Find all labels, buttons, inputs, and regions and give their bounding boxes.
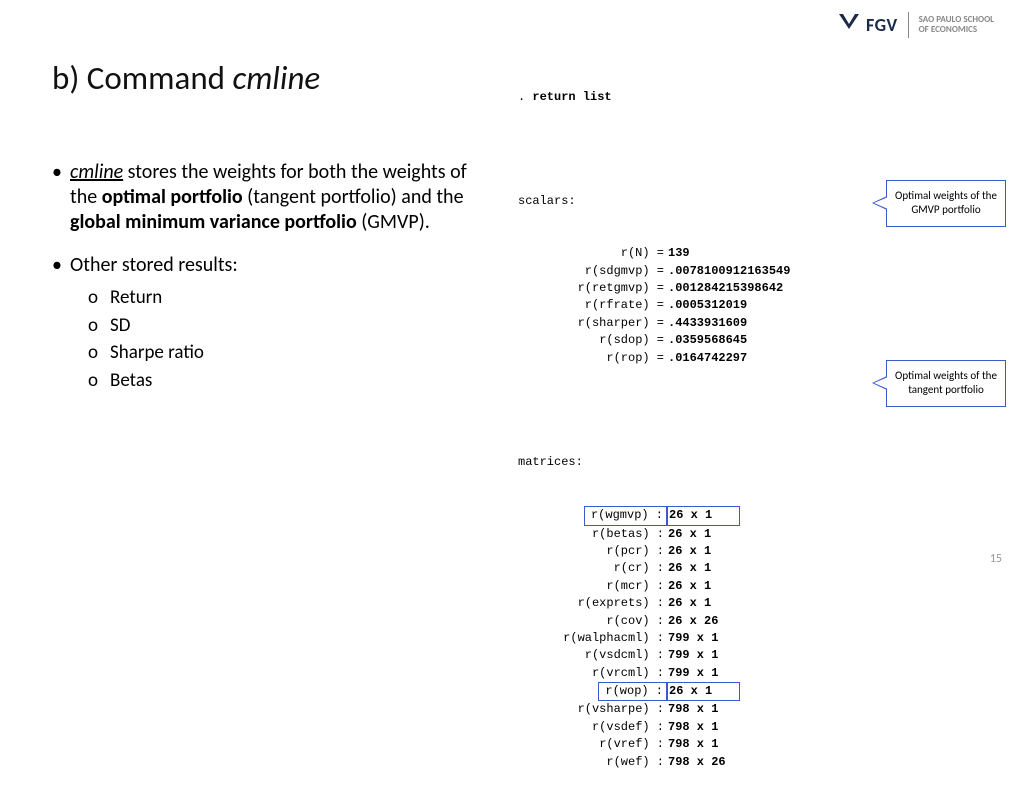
logo-school: SAO PAULO SCHOOL OF ECONOMICS: [919, 15, 994, 35]
matrix-row: r(vrcml) : 799 x 1: [518, 665, 790, 682]
matrix-row: r(vref) : 798 x 1: [518, 736, 790, 753]
sub-bullet-text: Sharpe ratio: [110, 339, 204, 367]
sub-bullet-marker: o: [88, 339, 110, 367]
bullet-marker: •: [52, 160, 70, 235]
bullet-text: Other stored results: oReturnoSDoSharpe …: [70, 253, 477, 394]
sub-bullet-item: oSharpe ratio: [88, 339, 477, 367]
scalar-row: r(retgmvp) = .001284215398642: [518, 280, 790, 297]
matrix-row: r(wef) : 798 x 26: [518, 754, 790, 771]
sub-bullet-text: Return: [110, 284, 162, 312]
matrix-row: r(pcr) : 26 x 1: [518, 543, 790, 560]
matrix-row: r(walphacml) : 799 x 1: [518, 630, 790, 647]
matrix-row: r(wop) : 26 x 1: [518, 682, 790, 701]
scalar-row: r(rop) = .0164742297: [518, 350, 790, 367]
matrix-row: r(betas) : 26 x 1: [518, 526, 790, 543]
matrix-row: r(exprets) : 26 x 1: [518, 595, 790, 612]
scalar-row: r(sharper) = .4433931609: [518, 315, 790, 332]
sub-bullet-marker: o: [88, 284, 110, 312]
logo-brand: FGV: [866, 14, 898, 36]
bullet-marker: •: [52, 253, 70, 394]
callout-gmvp: Optimal weights of the GMVP portfolio: [886, 180, 1006, 227]
sub-bullet-item: oSD: [88, 312, 477, 340]
fgv-logo: FGV SAO PAULO SCHOOL OF ECONOMICS: [838, 12, 994, 38]
logo-chevron-icon: [838, 13, 860, 38]
sub-bullet-item: oReturn: [88, 284, 477, 312]
page-number: 15: [990, 552, 1002, 566]
slide-title: b) Command cmline: [52, 58, 320, 98]
bullet-item: • cmline stores the weights for both the…: [52, 160, 477, 235]
sub-bullet-marker: o: [88, 312, 110, 340]
matrix-row: r(cov) : 26 x 26: [518, 613, 790, 630]
bullet-item: • Other stored results: oReturnoSDoSharp…: [52, 253, 477, 394]
sub-bullet-item: oBetas: [88, 367, 477, 395]
logo-divider: [908, 12, 909, 38]
sub-bullet-text: Betas: [110, 367, 152, 395]
stata-output: . return list scalars: r(N) = 139r(sdgmv…: [518, 54, 790, 788]
sub-bullet-marker: o: [88, 367, 110, 395]
matrix-row: r(vsdef) : 798 x 1: [518, 719, 790, 736]
matrix-row: r(wgmvp) : 26 x 1: [518, 506, 790, 525]
matrices-header: matrices:: [518, 454, 790, 471]
code-command: . return list: [518, 89, 790, 106]
matrix-row: r(mcr) : 26 x 1: [518, 578, 790, 595]
callout-tangent: Optimal weights of the tangent portfolio: [886, 360, 1006, 407]
scalar-row: r(sdop) = .0359568645: [518, 332, 790, 349]
matrix-row: r(vsdcml) : 799 x 1: [518, 647, 790, 664]
scalar-row: r(N) = 139: [518, 245, 790, 262]
sub-bullet-text: SD: [110, 312, 130, 340]
matrix-row: r(vsharpe) : 798 x 1: [518, 701, 790, 718]
scalar-row: r(rfrate) = .0005312019: [518, 297, 790, 314]
bullet-text: cmline stores the weights for both the w…: [70, 160, 477, 235]
scalars-header: scalars:: [518, 193, 790, 210]
matrix-row: r(cr) : 26 x 1: [518, 560, 790, 577]
scalar-row: r(sdgmvp) = .0078100912163549: [518, 263, 790, 280]
bullet-list: • cmline stores the weights for both the…: [52, 160, 477, 412]
